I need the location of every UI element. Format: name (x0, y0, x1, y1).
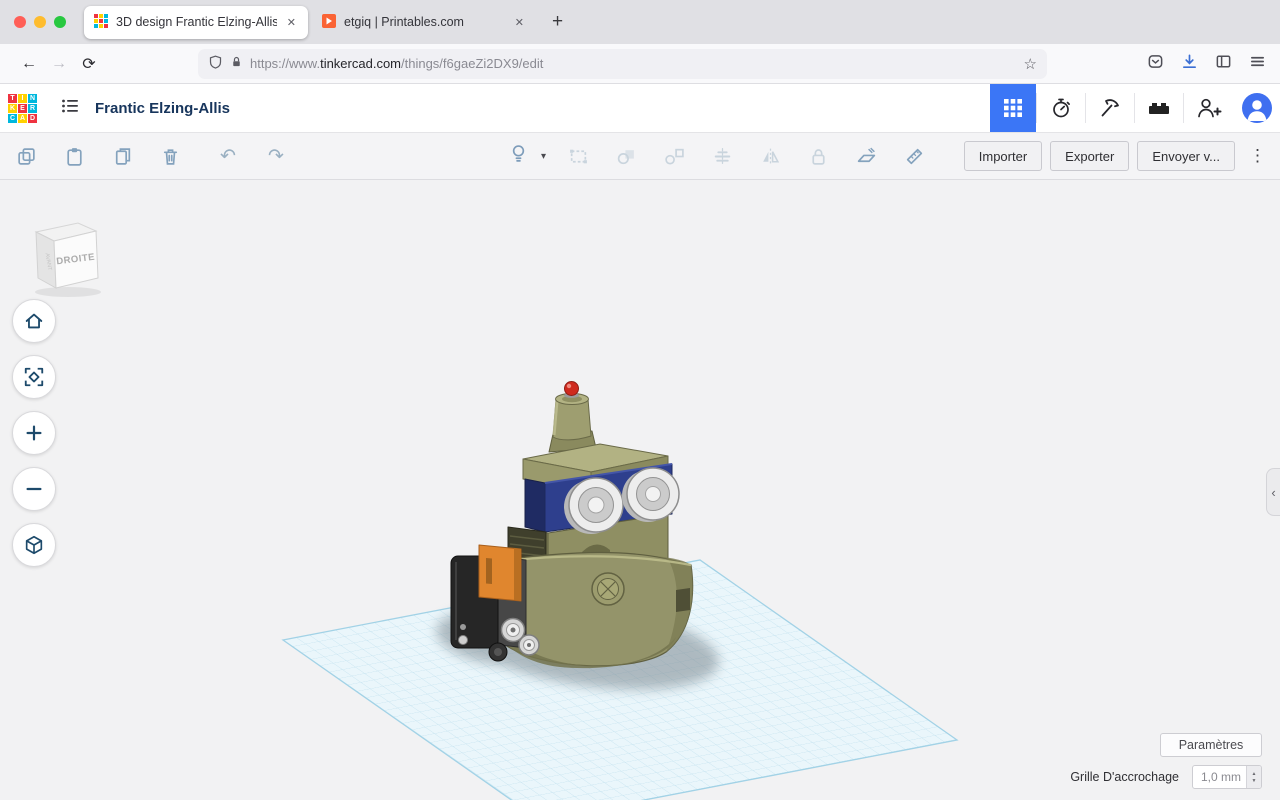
logo-tile: C (8, 114, 17, 123)
tab-printables[interactable]: etgiq | Printables.com ✕ (312, 6, 536, 39)
reload-button[interactable]: ⟳ (74, 54, 104, 74)
spinner-down-icon[interactable]: ▼ (1252, 778, 1257, 784)
close-window-button[interactable] (14, 16, 26, 28)
send-to-button[interactable]: Envoyer v... (1137, 141, 1235, 171)
design-title[interactable]: Frantic Elzing-Allis (95, 100, 230, 117)
tinkercad-header: T I N K E R C A D Frantic Elzing-Allis (0, 84, 1280, 133)
pocket-icon[interactable] (1147, 53, 1164, 75)
mirror-icon (758, 144, 782, 168)
lock-icon[interactable] (230, 55, 243, 72)
new-tab-button[interactable]: + (552, 11, 563, 33)
tracking-shield-icon[interactable] (208, 54, 223, 73)
logo-tile: D (28, 114, 37, 123)
design-menu-icon[interactable] (59, 95, 81, 122)
spinner-up-icon[interactable]: ▲ (1252, 771, 1257, 777)
scene-canvas[interactable] (0, 180, 1280, 800)
select-box-icon (566, 144, 590, 168)
url-bar[interactable]: https://www.tinkercad.com/things/f6gaeZi… (198, 49, 1047, 79)
ruler-icon[interactable] (902, 144, 926, 168)
url-domain: tinkercad.com (320, 56, 401, 71)
menu-icon[interactable] (1249, 53, 1266, 75)
duplicate-icon[interactable] (110, 144, 134, 168)
import-button[interactable]: Importer (964, 141, 1042, 171)
circuits-stopwatch-icon[interactable] (1037, 96, 1085, 120)
lock-icon (806, 144, 830, 168)
view-cube[interactable]: DROITE AVANT (16, 202, 116, 307)
close-tab-icon[interactable]: ✕ (285, 14, 298, 31)
snap-grid-value: 1,0 mm (1201, 770, 1241, 784)
bulb-icon (508, 143, 529, 169)
minimize-window-button[interactable] (34, 16, 46, 28)
logo-tile: K (8, 104, 17, 113)
snap-grid-select[interactable]: 1,0 mm ▲ ▼ (1192, 765, 1262, 789)
logo-tile: T (8, 94, 17, 103)
navbar-action-icons (1147, 53, 1266, 75)
right-panel-handle[interactable]: ‹ (1266, 468, 1280, 516)
dashboard-grid-button[interactable] (990, 84, 1036, 132)
firefox-window: 3D design Frantic Elzing-Allis - ✕ etgiq… (0, 0, 1280, 800)
back-button[interactable]: ← (14, 55, 44, 73)
forward-button: → (44, 55, 74, 73)
export-button[interactable]: Exporter (1050, 141, 1129, 171)
chevron-down-icon: ▾ (541, 151, 546, 162)
ungroup-icon (662, 144, 686, 168)
bookmark-star-icon[interactable]: ☆ (1024, 55, 1037, 73)
minecraft-pickaxe-icon[interactable] (1086, 96, 1134, 120)
logo-tile: A (18, 114, 27, 123)
tab-tinkercad[interactable]: 3D design Frantic Elzing-Allis - ✕ (84, 6, 308, 39)
user-avatar[interactable] (1242, 93, 1272, 123)
zoom-window-button[interactable] (54, 16, 66, 28)
perspective-toggle-button[interactable] (12, 523, 56, 567)
invite-person-icon[interactable] (1184, 95, 1232, 121)
align-icon (710, 144, 734, 168)
overflow-menu-icon[interactable]: ⋮ (1249, 146, 1266, 166)
close-tab-icon[interactable]: ✕ (513, 14, 526, 31)
delete-icon[interactable] (158, 144, 182, 168)
url-path: /things/f6gaeZi2DX9/edit (401, 56, 543, 71)
workplane-icon[interactable] (854, 144, 878, 168)
header-actions (990, 84, 1280, 132)
url-prefix: https://www. (250, 56, 320, 71)
fit-view-button[interactable] (12, 355, 56, 399)
logo-tile: N (28, 94, 37, 103)
viewport-3d[interactable]: DROITE AVANT (0, 180, 1280, 800)
logo-tile: E (18, 104, 27, 113)
settings-button[interactable]: Paramètres (1160, 733, 1262, 757)
zoom-out-button[interactable] (12, 467, 56, 511)
navigation-toolbar: ← → ⟳ https://www.tinkercad.com/things/f… (0, 44, 1280, 84)
snap-grid-label: Grille D'accrochage (1070, 770, 1179, 784)
undo-icon[interactable]: ↶ (216, 144, 240, 168)
home-view-button[interactable] (12, 299, 56, 343)
printables-favicon (322, 14, 336, 31)
downloads-icon[interactable] (1181, 53, 1198, 75)
lighting-dropdown[interactable]: ▾ (508, 143, 546, 169)
url-text: https://www.tinkercad.com/things/f6gaeZi… (250, 56, 543, 71)
copy-icon[interactable] (14, 144, 38, 168)
edit-toolbar: ↶ ↷ ▾ (0, 133, 1280, 180)
3d-model-benchy-robot[interactable] (451, 382, 693, 669)
logo-tile: I (18, 94, 27, 103)
zoom-in-button[interactable] (12, 411, 56, 455)
tab-bar: 3D design Frantic Elzing-Allis - ✕ etgiq… (0, 0, 1280, 44)
logo-tile: R (28, 104, 37, 113)
view-tools (12, 299, 56, 567)
redo-icon[interactable]: ↷ (264, 144, 288, 168)
lego-brick-icon[interactable] (1135, 96, 1183, 120)
tinkercad-logo[interactable]: T I N K E R C A D (8, 94, 37, 123)
tab-title: etgiq | Printables.com (344, 15, 505, 29)
window-controls (14, 16, 66, 28)
group-icon (614, 144, 638, 168)
tab-title: 3D design Frantic Elzing-Allis - (116, 15, 277, 29)
snap-grid-control: Grille D'accrochage 1,0 mm ▲ ▼ (1070, 765, 1262, 789)
paste-icon[interactable] (62, 144, 86, 168)
snap-grid-spinner[interactable]: ▲ ▼ (1246, 766, 1261, 788)
tinkercad-favicon (94, 14, 108, 31)
sidebar-icon[interactable] (1215, 53, 1232, 75)
